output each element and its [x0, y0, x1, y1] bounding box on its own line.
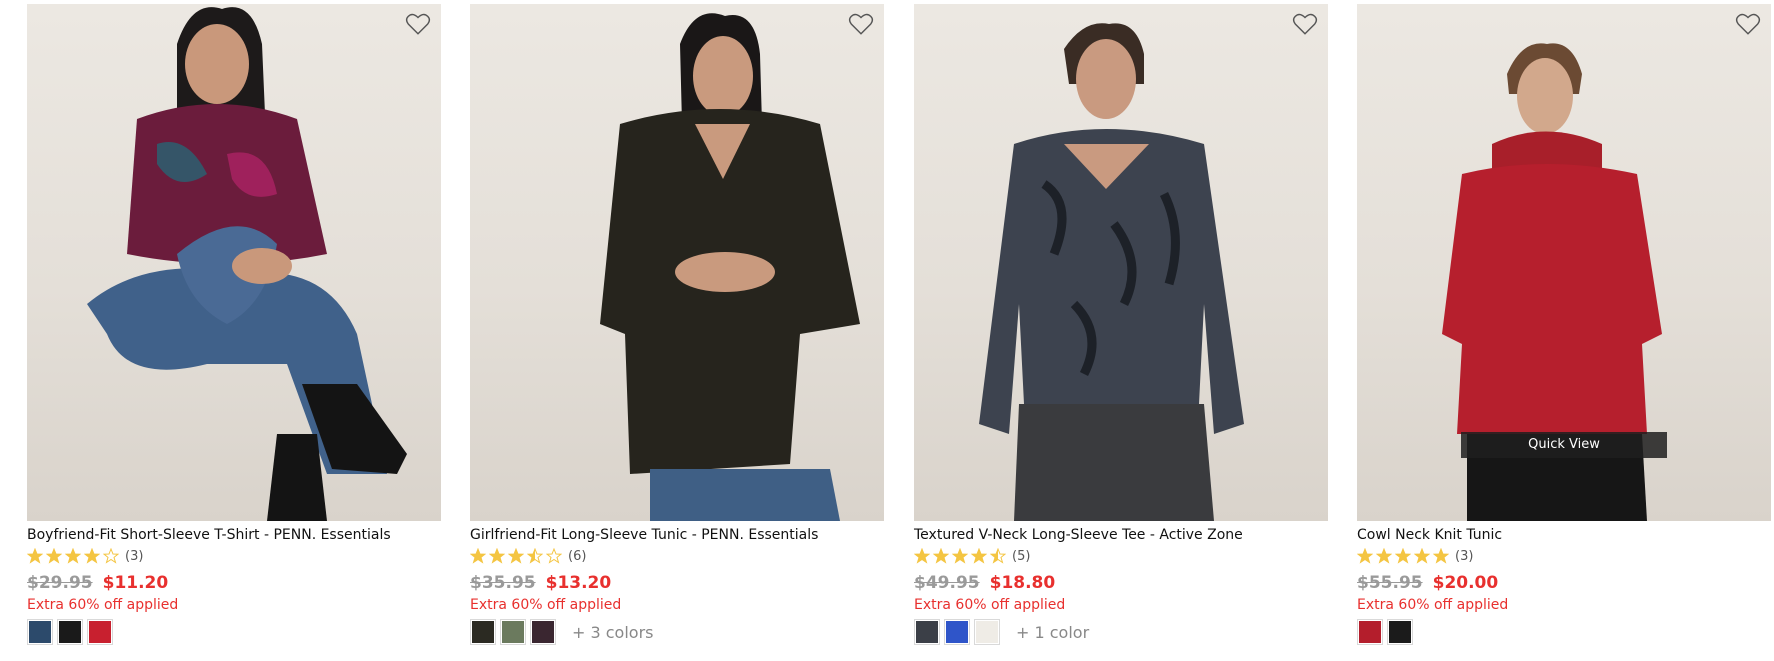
product-title[interactable]: Textured V-Neck Long-Sleeve Tee - Active… [914, 526, 1328, 544]
model-photo [600, 13, 860, 521]
review-count[interactable]: (3) [125, 549, 143, 564]
star-icon [508, 548, 524, 564]
product-grid: Boyfriend-Fit Short-Sleeve T-Shirt - PEN… [0, 0, 1774, 661]
quick-view-button[interactable]: Quick View [1461, 432, 1667, 458]
sale-price: $20.00 [1432, 573, 1499, 593]
color-swatches: + 1 color [914, 619, 1328, 645]
rating: (6) [470, 547, 884, 565]
star-icon [46, 548, 62, 564]
star-icon [990, 548, 1006, 564]
star-icon [952, 548, 968, 564]
model-photo [979, 23, 1244, 521]
star-icon [1357, 548, 1373, 564]
rating: (3) [27, 547, 441, 565]
sale-price: $13.20 [545, 573, 612, 593]
review-count[interactable]: (5) [1012, 549, 1030, 564]
original-price: $55.95 [1357, 573, 1423, 593]
heart-icon [1292, 13, 1318, 35]
color-swatch[interactable] [1357, 619, 1383, 645]
wishlist-heart-button[interactable] [848, 12, 874, 36]
review-count[interactable]: (6) [568, 549, 586, 564]
color-swatch[interactable] [944, 619, 970, 645]
promo-text: Extra 60% off applied [914, 597, 1066, 613]
star-icon [1376, 548, 1392, 564]
price-block: $49.95 $18.80 [914, 573, 1328, 595]
color-swatch[interactable] [470, 619, 496, 645]
color-swatches: + 3 colors [470, 619, 884, 645]
price-block: $29.95 $11.20 [27, 573, 441, 595]
star-icon [1395, 548, 1411, 564]
product-card: Boyfriend-Fit Short-Sleeve T-Shirt - PEN… [27, 4, 441, 645]
star-icon [470, 548, 486, 564]
star-icon [971, 548, 987, 564]
wishlist-heart-button[interactable] [1292, 12, 1318, 36]
star-rating [1357, 548, 1449, 564]
product-image[interactable] [470, 4, 884, 521]
star-icon [546, 548, 562, 564]
promo-text: Extra 60% off applied [1357, 597, 1509, 613]
star-icon [65, 548, 81, 564]
star-icon [527, 548, 543, 564]
star-rating [470, 548, 562, 564]
star-icon [1433, 548, 1449, 564]
promo-text: Extra 60% off applied [27, 597, 179, 613]
star-icon [1414, 548, 1430, 564]
color-swatch[interactable] [500, 619, 526, 645]
model-photo [87, 7, 407, 521]
star-rating [914, 548, 1006, 564]
price-block: $55.95 $20.00 [1357, 573, 1771, 595]
sale-price: $18.80 [989, 573, 1056, 593]
star-icon [84, 548, 100, 564]
more-colors-link[interactable]: + 1 color [1016, 623, 1089, 642]
star-icon [933, 548, 949, 564]
promo-text: Extra 60% off applied [470, 597, 622, 613]
color-swatches [27, 619, 441, 645]
product-title[interactable]: Girlfriend-Fit Long-Sleeve Tunic - PENN.… [470, 526, 884, 544]
wishlist-heart-button[interactable] [405, 12, 431, 36]
product-image[interactable] [914, 4, 1328, 521]
star-icon [914, 548, 930, 564]
color-swatches [1357, 619, 1771, 645]
original-price: $29.95 [27, 573, 93, 593]
star-rating [27, 548, 119, 564]
color-swatch[interactable] [87, 619, 113, 645]
heart-icon [848, 13, 874, 35]
product-image[interactable]: Quick View [1357, 4, 1771, 521]
product-title[interactable]: Boyfriend-Fit Short-Sleeve T-Shirt - PEN… [27, 526, 441, 544]
color-swatch[interactable] [530, 619, 556, 645]
product-card: Girlfriend-Fit Long-Sleeve Tunic - PENN.… [470, 4, 884, 645]
product-card: Textured V-Neck Long-Sleeve Tee - Active… [914, 4, 1328, 645]
rating: (5) [914, 547, 1328, 565]
star-icon [27, 548, 43, 564]
color-swatch[interactable] [974, 619, 1000, 645]
original-price: $49.95 [914, 573, 980, 593]
star-icon [489, 548, 505, 564]
sale-price: $11.20 [102, 573, 169, 593]
more-colors-link[interactable]: + 3 colors [572, 623, 654, 642]
color-swatch[interactable] [27, 619, 53, 645]
rating: (3) [1357, 547, 1771, 565]
heart-icon [1735, 13, 1761, 35]
product-card: Quick View Cowl Neck Knit Tunic (3) $55.… [1357, 4, 1771, 645]
review-count[interactable]: (3) [1455, 549, 1473, 564]
product-image[interactable] [27, 4, 441, 521]
original-price: $35.95 [470, 573, 536, 593]
color-swatch[interactable] [57, 619, 83, 645]
star-icon [103, 548, 119, 564]
price-block: $35.95 $13.20 [470, 573, 884, 595]
wishlist-heart-button[interactable] [1735, 12, 1761, 36]
product-title[interactable]: Cowl Neck Knit Tunic [1357, 526, 1771, 544]
color-swatch[interactable] [1387, 619, 1413, 645]
color-swatch[interactable] [914, 619, 940, 645]
heart-icon [405, 13, 431, 35]
